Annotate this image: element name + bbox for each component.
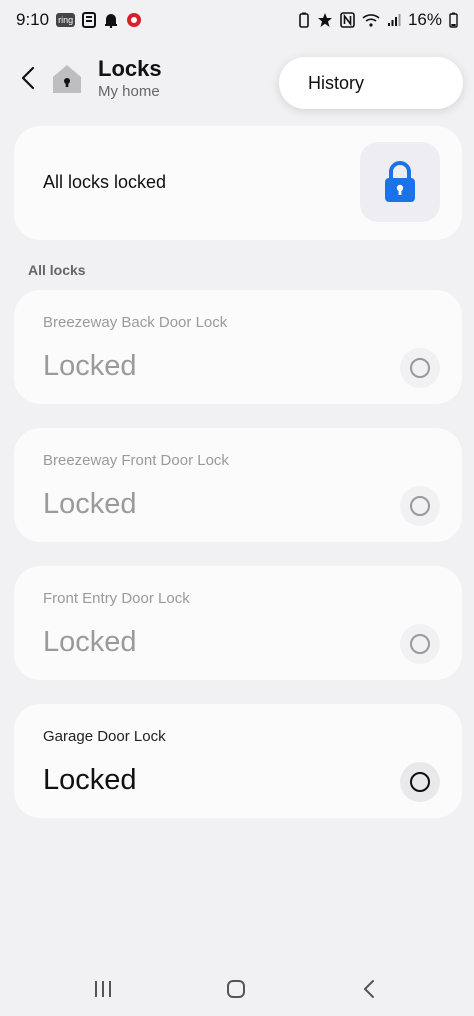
battery-saver-icon: [298, 12, 310, 28]
status-right: 16%: [298, 10, 458, 30]
security-app-icon: [126, 12, 142, 28]
system-back-button[interactable]: [349, 974, 389, 1004]
battery-percent: 16%: [407, 10, 442, 29]
lock-state: Locked: [43, 764, 137, 796]
lock-card-breezeway-back[interactable]: Breezeway Back Door Lock Locked: [14, 290, 462, 404]
lock-toggle-button[interactable]: [400, 762, 440, 802]
lock-state: Locked: [43, 488, 137, 520]
recent-apps-icon: [95, 981, 111, 997]
nfc-icon: [340, 12, 355, 28]
section-label: All locks: [28, 262, 86, 278]
battery-icon: [449, 12, 458, 28]
system-nav-bar: [0, 962, 474, 1016]
circle-icon: [410, 634, 430, 654]
history-menu-item[interactable]: History: [279, 57, 463, 109]
home-square-icon: [227, 980, 245, 998]
chevron-left-icon: [21, 66, 35, 90]
page-subtitle: My home: [98, 83, 160, 100]
padlock-icon: [385, 161, 415, 202]
status-time: 9:10: [16, 10, 50, 29]
alarm-icon: [103, 12, 119, 28]
summary-text: All locks locked: [43, 172, 167, 192]
wifi-icon: [362, 13, 380, 27]
star-icon: [317, 12, 333, 28]
back-chevron-icon: [364, 980, 374, 998]
lock-card-garage[interactable]: Garage Door Lock Locked: [14, 704, 462, 818]
circle-icon: [410, 772, 430, 792]
ring-app-icon: ring: [56, 13, 76, 27]
home-lock-icon: [50, 62, 84, 96]
recent-apps-button[interactable]: [83, 974, 123, 1004]
status-left: 9:10 ring: [16, 10, 142, 30]
page-title: Locks: [98, 56, 162, 81]
lock-name: Breezeway Front Door Lock: [43, 452, 229, 469]
lock-card-front-entry[interactable]: Front Entry Door Lock Locked: [14, 566, 462, 680]
lock-toggle-button[interactable]: [400, 486, 440, 526]
home-button[interactable]: [216, 974, 256, 1004]
lock-name: Front Entry Door Lock: [43, 590, 190, 607]
signal-icon: [387, 13, 401, 27]
status-bar: 9:10 ring 16%: [0, 0, 474, 40]
lock-state: Locked: [43, 350, 137, 382]
notes-app-icon: [82, 12, 97, 28]
lock-toggle-button[interactable]: [400, 348, 440, 388]
lock-name: Garage Door Lock: [43, 728, 166, 745]
circle-icon: [410, 358, 430, 378]
summary-card: All locks locked: [14, 126, 462, 240]
lock-name: Breezeway Back Door Lock: [43, 314, 228, 331]
lock-card-breezeway-front[interactable]: Breezeway Front Door Lock Locked: [14, 428, 462, 542]
back-button[interactable]: [12, 62, 44, 94]
lock-all-button[interactable]: [360, 142, 440, 222]
lock-state: Locked: [43, 626, 137, 658]
circle-icon: [410, 496, 430, 516]
lock-toggle-button[interactable]: [400, 624, 440, 664]
